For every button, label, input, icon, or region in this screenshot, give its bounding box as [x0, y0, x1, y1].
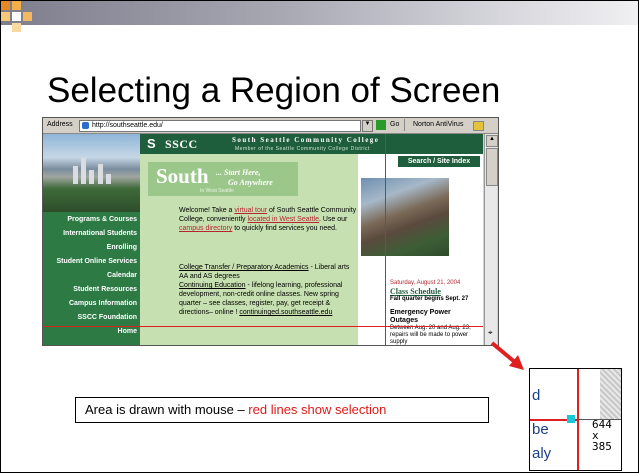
programs-paragraph: College Transfer / Preparatory Academics…	[179, 263, 357, 317]
continuing-site-link[interactable]: continuinged.southseattle.edu	[239, 309, 332, 316]
red-arrow-icon	[490, 341, 524, 370]
browser-screenshot: Address http://southseattle.edu/ ▼ Go No…	[42, 117, 499, 346]
slide-corner-logo-icon	[1, 1, 35, 35]
scroll-up-icon[interactable]: ▲	[486, 135, 498, 147]
address-label: Address	[47, 121, 73, 128]
nav-sscc-foundation[interactable]: SSCC Foundation	[78, 314, 138, 321]
zoom-fragment-3: aly	[532, 445, 552, 462]
caption-text: Area is drawn with mouse –	[85, 402, 249, 417]
address-url: http://southseattle.edu/	[92, 122, 163, 129]
in-west-seattle: In West Seattle	[200, 188, 234, 194]
go-button[interactable]: Go	[390, 121, 399, 128]
dropdown-arrow-icon[interactable]: ▼	[362, 120, 373, 132]
emergency-heading: Emergency Power Outages	[390, 309, 451, 324]
fall-quarter-note: Fall quarter begins Sept. 27	[390, 296, 469, 302]
scroll-thumb[interactable]	[486, 148, 498, 186]
welcome-text-3: . Use our	[318, 216, 348, 223]
news-column: Saturday, August 21, 2004 Class Schedule…	[390, 280, 480, 345]
campus-directory-link[interactable]: campus directory	[179, 225, 232, 232]
nav-student-resources[interactable]: Student Resources	[73, 286, 137, 293]
location-link[interactable]: located in West Seattle	[248, 216, 319, 223]
class-schedule-link[interactable]: Class Schedule	[390, 287, 480, 296]
go-arrow-icon[interactable]	[376, 120, 386, 130]
seattle-skyline-photo	[43, 134, 140, 212]
nav-international-students[interactable]: International Students	[63, 230, 137, 237]
selection-line-horizontal	[43, 326, 483, 327]
zoom-inset: d be aly 644 x 385	[529, 368, 622, 471]
zoom-scrollbar-area	[600, 369, 621, 419]
cursor-coordinates: 644 x 385	[592, 419, 612, 452]
welcome-text-4: to quickly find services you need.	[232, 225, 337, 232]
web-page: S SSCC South Seattle Community College M…	[43, 134, 483, 345]
ie-page-icon	[82, 122, 89, 129]
welcome-paragraph: Welcome! Take a virtual tour of South Se…	[179, 206, 357, 233]
college-banner[interactable]: S SSCC South Seattle Community College M…	[140, 134, 483, 154]
caption-box: Area is drawn with mouse – red lines sho…	[75, 397, 489, 423]
sscc-abbrev: SSCC	[165, 137, 198, 151]
selection-line-vertical	[385, 134, 386, 345]
college-transfer-link[interactable]: College Transfer / Preparatory Academics	[179, 264, 309, 271]
virtual-tour-link[interactable]: virtual tour	[234, 207, 267, 214]
south-banner: South ... Start Here, Go Anywhere In West…	[148, 162, 298, 196]
tagline-line-1: ... Start Here,	[216, 168, 261, 177]
address-field[interactable]: http://southseattle.edu/	[79, 120, 361, 132]
slide-header-bar	[1, 1, 638, 25]
emergency-body: Between Aug. 20 and Aug. 23, repairs wil…	[390, 325, 471, 345]
crosshair-center-icon	[567, 415, 575, 423]
college-name: South Seattle Community College	[232, 136, 380, 144]
member-line: Member of the Seattle Community College …	[235, 146, 370, 152]
caption-highlight: red lines show selection	[248, 402, 387, 417]
coord-y: 385	[592, 440, 612, 453]
toolbar-divider	[404, 119, 407, 131]
search-site-index-button[interactable]: Search / Site Index	[398, 156, 480, 167]
campus-building-photo	[361, 178, 449, 256]
slide: Selecting a Region of Screen Address htt…	[0, 0, 639, 473]
nav-student-online-services[interactable]: Student Online Services	[56, 258, 137, 265]
zoom-fragment-1: d	[532, 387, 541, 404]
nav-programs-courses[interactable]: Programs & Courses	[67, 216, 137, 223]
continuing-education-link[interactable]: Continuing Education	[179, 282, 246, 289]
welcome-text-1: Welcome! Take a	[179, 207, 235, 214]
nav-calendar[interactable]: Calendar	[107, 272, 137, 279]
south-heading: South	[156, 164, 209, 188]
zoom-fragment-2: be	[532, 421, 549, 438]
vertical-scrollbar[interactable]: ▲	[484, 134, 498, 345]
norton-toolbar-label[interactable]: Norton AntiVirus	[413, 121, 463, 128]
sscc-logo-icon: S	[147, 136, 156, 151]
slide-title: Selecting a Region of Screen	[47, 71, 501, 110]
tagline-line-2: Go Anywhere	[228, 178, 273, 187]
crosshair-cursor-icon: ⌖	[488, 328, 493, 337]
norton-icon[interactable]	[473, 121, 484, 131]
news-date: Saturday, August 21, 2004	[390, 280, 461, 286]
tagline: ... Start Here, Go Anywhere	[216, 168, 273, 188]
nav-enrolling[interactable]: Enrolling	[107, 244, 137, 251]
address-bar: Address http://southseattle.edu/ ▼ Go No…	[43, 118, 498, 134]
nav-home[interactable]: Home	[118, 328, 137, 335]
nav-campus-information[interactable]: Campus Information	[69, 300, 137, 307]
main-content: South ... Start Here, Go Anywhere In West…	[140, 154, 358, 345]
